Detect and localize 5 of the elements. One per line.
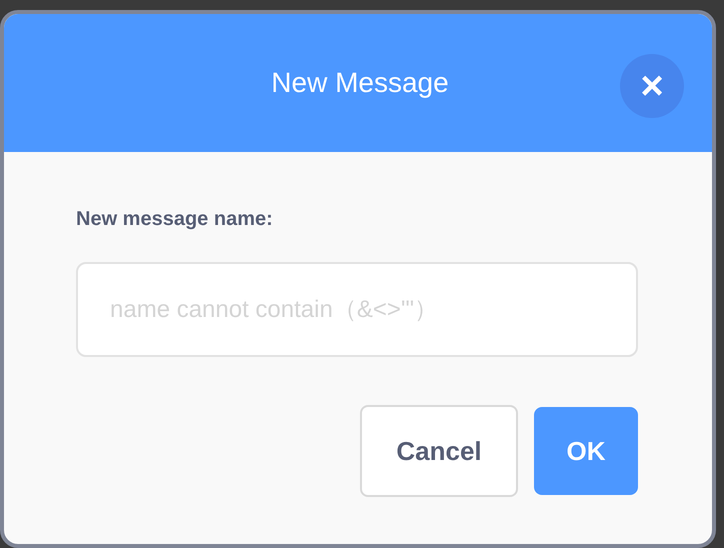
- field-label: New message name:: [76, 207, 273, 232]
- close-button[interactable]: ×: [620, 54, 684, 118]
- cancel-button[interactable]: Cancel: [360, 405, 518, 497]
- dialog-title: New Message: [271, 66, 449, 100]
- ok-button[interactable]: OK: [534, 407, 638, 495]
